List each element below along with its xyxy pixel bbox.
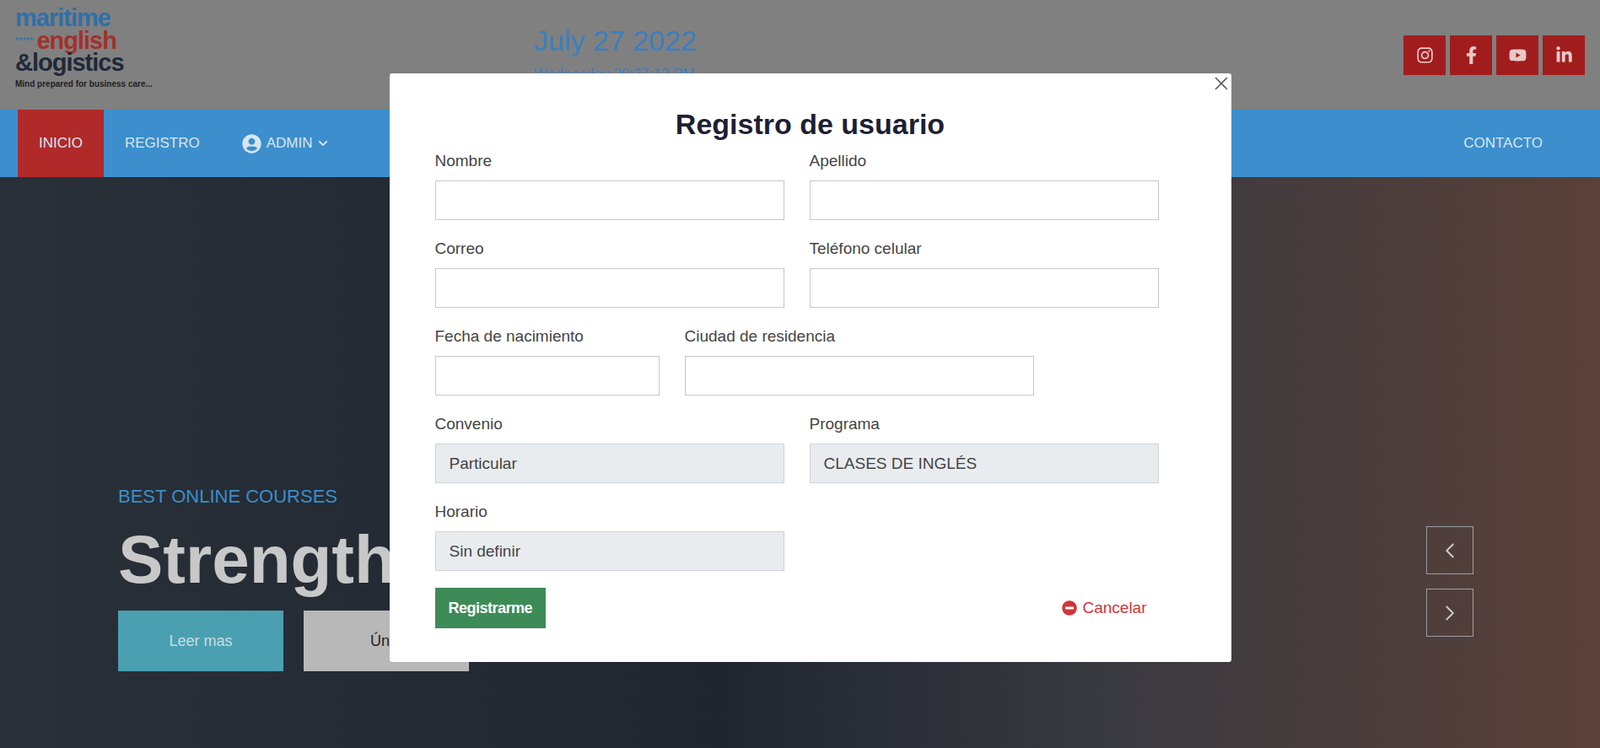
modal-actions: Registrarme Cancelar <box>435 587 1160 629</box>
form-field: Nombre <box>435 150 785 221</box>
social-links <box>1403 35 1585 76</box>
logo-line: maritime <box>15 6 168 30</box>
cancel-label: Cancelar <box>1082 598 1147 618</box>
logo-line: english <box>36 29 117 53</box>
form-field: Fecha de nacimiento <box>435 326 660 396</box>
hero-button[interactable]: Leer mas <box>118 610 284 672</box>
form-row: Nombre Apellido <box>435 150 1160 221</box>
instagram-icon <box>1416 46 1434 65</box>
chevron-right-icon <box>1437 600 1463 626</box>
field-label: Apellido <box>809 150 1159 171</box>
page: maritime*****english&logisticsMind prepa… <box>0 0 1600 748</box>
field-input <box>809 443 1159 484</box>
close-button[interactable] <box>1210 72 1233 95</box>
nav-item[interactable]: REGISTRO <box>103 109 221 178</box>
nav-item[interactable]: CONTACTO <box>1442 109 1564 178</box>
form-field: Ciudad de residencia <box>684 326 1035 396</box>
carousel-prev[interactable] <box>1426 526 1474 575</box>
form-field: Convenio <box>435 414 785 484</box>
field-label: Convenio <box>435 414 785 434</box>
field-input <box>435 531 785 572</box>
form-row: Horario <box>435 501 1160 572</box>
logo-line: &logistics <box>15 51 168 75</box>
register-modal: Registro de usuario Nombre Apellido Correo T… <box>389 73 1232 663</box>
field-input[interactable] <box>684 355 1035 396</box>
form-field: Teléfono celular <box>809 238 1159 308</box>
date: July 27 2022 <box>533 23 697 58</box>
field-input[interactable] <box>435 180 785 221</box>
field-label: Nombre <box>435 150 785 171</box>
field-input[interactable] <box>809 268 1159 308</box>
field-input[interactable] <box>435 355 660 396</box>
field-label: Teléfono celular <box>809 238 1159 259</box>
carousel-controls <box>1426 526 1474 637</box>
social-button[interactable] <box>1403 35 1446 76</box>
chevron-down-icon <box>317 138 329 149</box>
chevron-left-icon <box>1437 538 1463 564</box>
field-label: Correo <box>435 238 785 259</box>
carousel-next[interactable] <box>1426 588 1474 637</box>
youtube-icon <box>1508 46 1527 65</box>
field-label: Fecha de nacimiento <box>435 326 660 346</box>
cancel-button[interactable]: Cancelar <box>1061 595 1147 621</box>
nav-label: INICIO <box>38 134 83 152</box>
date-block: July 27 2022Wednesday 20:27:12 PM <box>533 0 697 83</box>
field-label: Horario <box>435 501 785 522</box>
logo-stars: ***** <box>15 35 33 46</box>
form-row: Convenio Programa <box>435 414 1160 484</box>
nav-label: REGISTRO <box>124 134 200 152</box>
form-field: Horario <box>435 501 785 572</box>
social-button[interactable] <box>1449 35 1493 76</box>
form-row: Fecha de nacimiento Ciudad de residencia <box>435 326 1160 396</box>
modal-overlay: Registro de usuario Nombre Apellido Correo T… <box>0 0 1600 748</box>
submit-button[interactable]: Registrarme <box>435 587 547 629</box>
minus-circle-icon <box>1061 600 1078 616</box>
close-icon <box>1210 72 1233 95</box>
nav-item[interactable]: ADMIN <box>220 109 350 178</box>
form-field: Programa <box>809 414 1159 484</box>
linkedin-icon <box>1555 46 1574 65</box>
form-rows: Nombre Apellido Correo Teléfono celular Fech… <box>435 150 1160 572</box>
form-field: Apellido <box>809 150 1159 221</box>
field-input <box>435 443 785 484</box>
logo-tagline: Mind prepared for business care... <box>15 79 168 89</box>
nav-item[interactable]: INICIO <box>17 109 104 178</box>
field-label: Ciudad de residencia <box>684 326 1035 346</box>
social-button[interactable] <box>1542 35 1585 76</box>
logo[interactable]: maritime*****english&logisticsMind prepa… <box>15 0 168 89</box>
form-field: Correo <box>435 238 785 308</box>
nav-label: ADMIN <box>266 134 313 152</box>
modal-title: Registro de usuario <box>461 107 1160 141</box>
form-row: Correo Teléfono celular <box>435 238 1160 308</box>
social-button[interactable] <box>1496 35 1539 76</box>
user-icon <box>242 134 262 154</box>
logo-row: *****english <box>15 29 168 53</box>
field-input[interactable] <box>809 180 1159 221</box>
facebook-icon <box>1462 46 1481 65</box>
field-input[interactable] <box>435 268 785 308</box>
field-label: Programa <box>809 414 1159 434</box>
